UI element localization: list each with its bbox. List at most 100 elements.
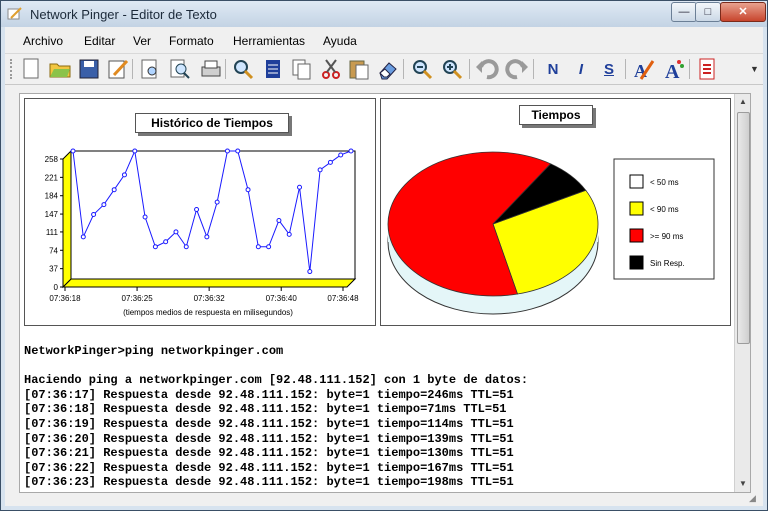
data-point: [152, 244, 158, 250]
redo-icon: [505, 59, 528, 80]
print-button[interactable]: [199, 57, 223, 81]
menu-ayuda[interactable]: Ayuda: [323, 34, 357, 48]
menu-archivo[interactable]: Archivo: [23, 34, 63, 48]
legend-label: Sin Resp.: [650, 259, 685, 268]
print-preview-button[interactable]: [138, 57, 162, 81]
data-point: [183, 244, 189, 250]
find-replace-icon: [234, 60, 254, 80]
toolbar-overflow-icon[interactable]: ▼: [750, 64, 759, 74]
y-tick-label: 0: [54, 283, 59, 292]
console-line: [07:36:20] Respuesta desde 92.48.111.152…: [24, 431, 514, 446]
data-point: [297, 184, 303, 190]
paste-button[interactable]: [347, 57, 371, 81]
undo-button[interactable]: [475, 57, 499, 81]
cut-button[interactable]: [319, 57, 343, 81]
cut-icon: [322, 59, 340, 79]
y-tick-label: 258: [45, 155, 59, 164]
data-point: [317, 167, 323, 173]
toolbar-grip[interactable]: [10, 59, 15, 79]
console-line: [07:36:22] Respuesta desde 92.48.111.152…: [24, 460, 514, 475]
x-axis-label: (tiempos medios de respuesta en milisegu…: [123, 308, 293, 317]
console-line: [07:36:18] Respuesta desde 92.48.111.152…: [24, 402, 507, 417]
menu-editar[interactable]: Editar: [84, 34, 115, 48]
eraser-button[interactable]: [376, 57, 400, 81]
y-tick-label: 184: [45, 192, 59, 201]
data-point: [91, 212, 97, 218]
zoom-in-button[interactable]: [440, 57, 464, 81]
menu-formato[interactable]: Formato: [169, 34, 214, 48]
close-button[interactable]: ✕: [720, 2, 766, 22]
resize-grip-icon[interactable]: ◢: [749, 493, 756, 504]
times-pie-chart: < 50 ms < 90 ms >= 90 ms Sin Resp.: [387, 151, 715, 315]
document-red-button[interactable]: [695, 57, 719, 81]
font-icon: A: [665, 60, 684, 81]
data-point: [194, 207, 200, 213]
x-tick-label: 07:36:40: [266, 294, 298, 303]
app-pencil-icon: [7, 7, 22, 20]
data-point: [266, 244, 272, 250]
find-replace-button[interactable]: [231, 57, 255, 81]
maximize-button[interactable]: □: [695, 2, 721, 22]
console-line: NetworkPinger>ping networkpinger.com: [24, 344, 284, 358]
save-button[interactable]: [77, 57, 101, 81]
underline-button[interactable]: S: [597, 57, 621, 81]
toolbar: N I S AA ▼: [5, 53, 763, 85]
legend-swatch: [629, 228, 644, 243]
chart-floor: [61, 278, 357, 288]
zoom-out-button[interactable]: [410, 57, 434, 81]
eraser-icon: [379, 62, 397, 80]
new-document-icon: [23, 58, 39, 79]
x-tick-label: 07:36:32: [194, 294, 226, 303]
legend-label: < 90 ms: [650, 205, 679, 214]
legend-swatch: [629, 255, 644, 270]
data-point: [142, 214, 148, 220]
data-point: [245, 187, 251, 193]
chart-side-wall: [62, 149, 72, 289]
console-line: [07:36:17] Respuesta desde 92.48.111.152…: [24, 387, 514, 402]
pie-chart-title: Tiempos: [519, 105, 593, 125]
data-point: [214, 199, 220, 205]
paste-icon: [349, 60, 369, 80]
x-tick-label: 07:36:25: [122, 294, 154, 303]
menu-ver[interactable]: Ver: [133, 34, 151, 48]
bold-icon: N: [547, 60, 559, 78]
scroll-up-icon[interactable]: ▲: [739, 97, 747, 106]
italic-button[interactable]: I: [569, 57, 593, 81]
toolbar-separator: [625, 59, 626, 79]
copy-button[interactable]: [290, 57, 314, 81]
console-line: [07:36:19] Respuesta desde 92.48.111.152…: [24, 416, 514, 431]
scroll-down-icon[interactable]: ▼: [739, 479, 747, 488]
italic-icon: I: [578, 60, 584, 78]
minimize-button[interactable]: —: [671, 2, 697, 22]
menu-herramientas[interactable]: Herramientas: [233, 34, 305, 48]
scroll-thumb[interactable]: [737, 112, 750, 344]
menu-bar: Archivo Editar Ver Formato Herramientas …: [5, 31, 763, 51]
text-color-button[interactable]: A: [631, 57, 655, 81]
text-editor[interactable]: 258 221 184 147 111 74 37 0 07:36:18 07:36:25 07:3…: [19, 93, 751, 493]
title-bar[interactable]: Network Pinger - Editor de Texto — □ ✕: [1, 1, 767, 27]
zoom-out-icon: [413, 60, 433, 80]
redo-button[interactable]: [505, 57, 529, 81]
new-document-button[interactable]: [19, 57, 43, 81]
x-tick-label: 07:36:48: [327, 294, 359, 303]
font-button[interactable]: A: [661, 57, 685, 81]
data-point: [70, 148, 76, 154]
find-button[interactable]: [168, 57, 192, 81]
document-red-icon: [699, 58, 715, 80]
open-folder-button[interactable]: [48, 57, 72, 81]
data-point: [276, 217, 282, 223]
data-point: [307, 269, 313, 275]
bold-button[interactable]: N: [541, 57, 565, 81]
open-folder-icon: [49, 63, 71, 78]
legend-label: < 50 ms: [650, 178, 679, 187]
edit-button[interactable]: [106, 57, 130, 81]
toolbar-separator: [689, 59, 690, 79]
copy-list-icon: [266, 60, 280, 78]
data-point: [338, 152, 344, 158]
copy-list-button[interactable]: [261, 57, 285, 81]
zoom-in-icon: [443, 60, 463, 80]
legend-swatch: [629, 201, 644, 216]
vertical-scrollbar[interactable]: ▲ ▼: [734, 94, 750, 492]
data-point: [132, 148, 138, 154]
